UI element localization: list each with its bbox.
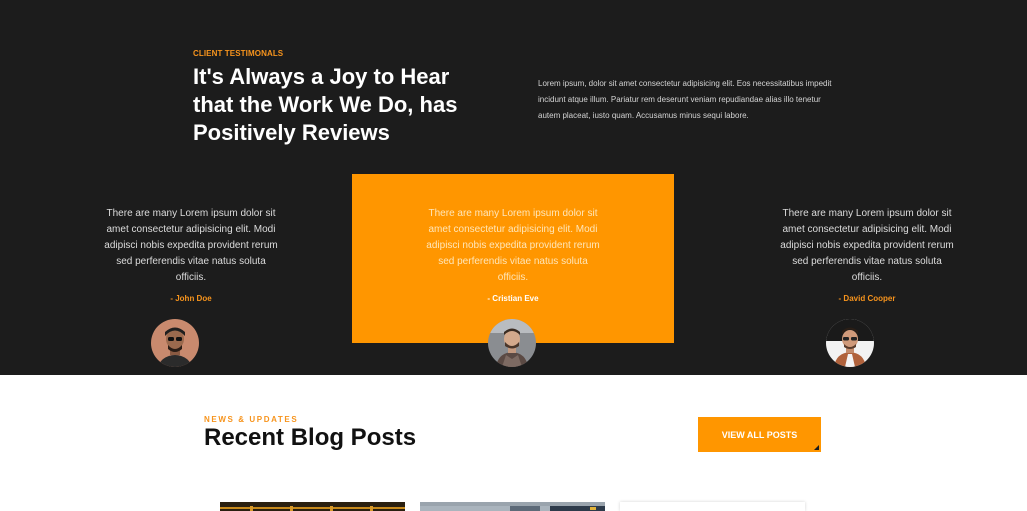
corner-triangle-icon [814,445,819,450]
avatar [151,319,199,367]
testimonial-quote: There are many Lorem ipsum dolor sit ame… [104,208,278,283]
testimonials-heading: It's Always a Joy to Hear that the Work … [193,64,458,145]
testimonials-eyebrow: CLIENT TESTIMONALS [193,49,284,58]
testimonial-author: - David Cooper [838,294,896,303]
blog-post-thumbnail[interactable] [420,502,605,511]
view-all-posts-label: VIEW ALL POSTS [721,429,798,440]
avatar [826,319,874,367]
testimonials-section: CLIENT TESTIMONALS It's Always a Joy to … [0,0,1027,375]
testimonial-author: - John Doe [170,294,212,303]
testimonial-quote: There are many Lorem ipsum dolor sit ame… [780,208,954,283]
avatar [488,319,536,367]
testimonials-intro: Lorem ipsum, dolor sit amet consectetur … [538,79,832,120]
testimonial-card-active[interactable]: There are many Lorem ipsum dolor sit ame… [352,174,674,343]
blog-post-thumbnail[interactable] [620,502,805,511]
blog-post-thumbnail[interactable] [220,502,405,511]
testimonial-card[interactable]: There are many Lorem ipsum dolor sit ame… [30,174,352,343]
blog-title: Recent Blog Posts [204,424,417,451]
testimonial-author: - Cristian Eve [487,294,539,303]
testimonial-quote: There are many Lorem ipsum dolor sit ame… [426,208,600,283]
view-all-posts-button[interactable]: VIEW ALL POSTS [698,417,821,452]
testimonial-card[interactable]: There are many Lorem ipsum dolor sit ame… [706,174,1027,343]
blog-eyebrow: NEWS & UPDATES [204,415,299,424]
